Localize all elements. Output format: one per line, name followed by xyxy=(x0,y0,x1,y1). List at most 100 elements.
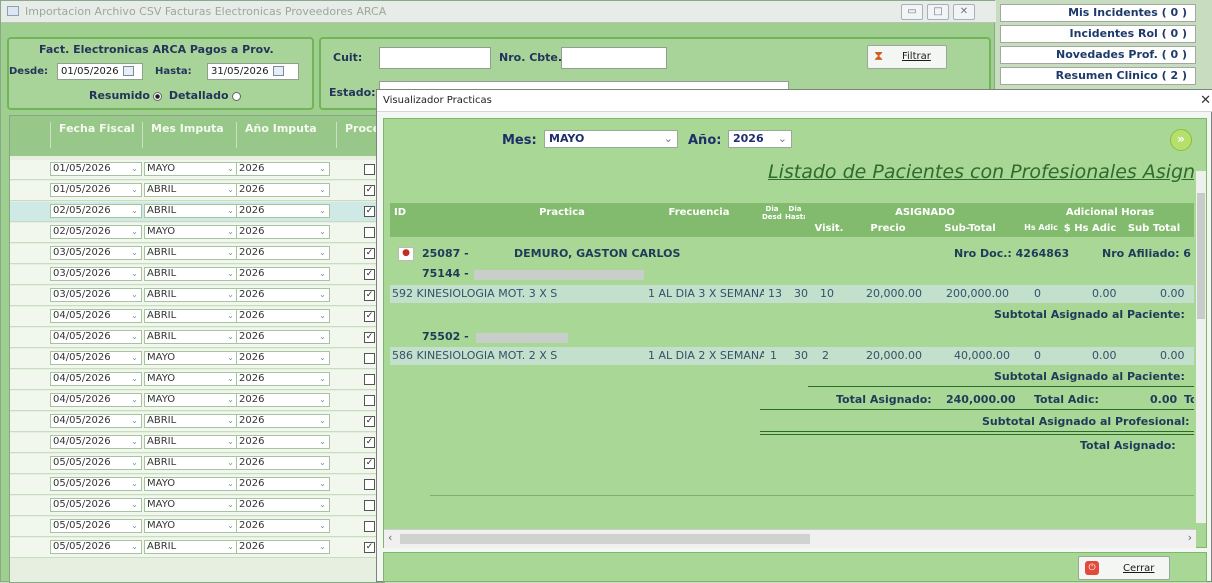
fecha-fiscal-cell[interactable]: 01/05/2026 ⌄ xyxy=(50,183,142,197)
header-anio-imputa[interactable]: Año Imputa xyxy=(236,122,341,148)
mes-imputa-cell[interactable]: MAYO ⌄ xyxy=(144,498,238,512)
side-button[interactable]: Mis Incidentes ( 0 ) xyxy=(1000,4,1196,22)
chevron-down-icon[interactable]: ⌄ xyxy=(129,206,140,216)
fecha-fiscal-cell[interactable]: 02/05/2026 ⌄ xyxy=(50,204,142,218)
chevron-down-icon[interactable]: ⌄ xyxy=(129,542,140,552)
procesado-checkbox[interactable]: ✓ xyxy=(364,185,375,196)
anio-imputa-cell[interactable]: 2026 ⌄ xyxy=(236,183,330,197)
fecha-fiscal-cell[interactable]: 05/05/2026 ⌄ xyxy=(50,498,142,512)
header-fecha-fiscal[interactable]: Fecha Fiscal xyxy=(50,122,139,148)
practice-row[interactable]: 592 KINESIOLOGIA MOT. 3 X S 1 AL DIA 3 X… xyxy=(390,285,1194,303)
chevron-down-icon[interactable]: ⌄ xyxy=(317,311,328,321)
chevron-down-icon[interactable]: ⌄ xyxy=(129,416,140,426)
chevron-down-icon[interactable]: ⌄ xyxy=(129,290,140,300)
chevron-down-icon[interactable]: ⌄ xyxy=(225,227,236,237)
chevron-down-icon[interactable]: ⌄ xyxy=(225,353,236,363)
chevron-down-icon[interactable]: ⌄ xyxy=(317,395,328,405)
grid-row[interactable]: 02/05/2026 ⌄ MAYO ⌄ 2026 ⌄ xyxy=(10,223,384,243)
chevron-down-icon[interactable]: ⌄ xyxy=(225,458,236,468)
next-icon[interactable]: » xyxy=(1170,129,1192,151)
cerrar-button[interactable]: ⏻ Cerrar xyxy=(1078,556,1170,580)
mes-imputa-cell[interactable]: ABRIL ⌄ xyxy=(144,330,238,344)
anio-imputa-cell[interactable]: 2026 ⌄ xyxy=(236,456,330,470)
grid-row[interactable]: 05/05/2026 ⌄ ABRIL ⌄ 2026 ⌄ ✓ xyxy=(10,538,384,558)
scroll-right-icon[interactable]: › xyxy=(1188,531,1192,544)
fecha-fiscal-cell[interactable]: 04/05/2026 ⌄ xyxy=(50,372,142,386)
fecha-fiscal-cell[interactable]: 04/05/2026 ⌄ xyxy=(50,330,142,344)
chevron-down-icon[interactable]: ⌄ xyxy=(225,332,236,342)
chevron-down-icon[interactable]: ⌄ xyxy=(317,353,328,363)
fecha-fiscal-cell[interactable]: 03/05/2026 ⌄ xyxy=(50,246,142,260)
header-mes-imputa[interactable]: Mes Imputa xyxy=(142,122,239,148)
chevron-down-icon[interactable]: ⌄ xyxy=(129,374,140,384)
mes-imputa-cell[interactable]: MAYO ⌄ xyxy=(144,519,238,533)
anio-imputa-cell[interactable]: 2026 ⌄ xyxy=(236,204,330,218)
chevron-down-icon[interactable]: ⌄ xyxy=(129,269,140,279)
horizontal-scrollbar[interactable]: ‹ › xyxy=(384,529,1196,548)
chevron-down-icon[interactable]: ⌄ xyxy=(317,269,328,279)
chevron-down-icon[interactable]: ⌄ xyxy=(317,374,328,384)
close-button[interactable]: ✕ xyxy=(953,4,975,20)
mes-imputa-cell[interactable]: MAYO ⌄ xyxy=(144,225,238,239)
chevron-down-icon[interactable]: ⌄ xyxy=(225,185,236,195)
grid-row[interactable]: 02/05/2026 ⌄ ABRIL ⌄ 2026 ⌄ ✓ xyxy=(10,202,384,222)
chevron-down-icon[interactable]: ⌄ xyxy=(129,311,140,321)
grid-row[interactable]: 04/05/2026 ⌄ MAYO ⌄ 2026 ⌄ xyxy=(10,370,384,390)
fecha-fiscal-cell[interactable]: 02/05/2026 ⌄ xyxy=(50,225,142,239)
anio-imputa-cell[interactable]: 2026 ⌄ xyxy=(236,288,330,302)
practice-row[interactable]: 586 KINESIOLOGIA MOT. 2 X S 1 AL DIA 2 X… xyxy=(390,347,1194,365)
chevron-down-icon[interactable]: ⌄ xyxy=(317,206,328,216)
anio-imputa-cell[interactable]: 2026 ⌄ xyxy=(236,309,330,323)
chevron-down-icon[interactable]: ⌄ xyxy=(225,374,236,384)
chevron-down-icon[interactable]: ⌄ xyxy=(317,521,328,531)
mes-imputa-cell[interactable]: ABRIL ⌄ xyxy=(144,540,238,554)
chevron-down-icon[interactable]: ⌄ xyxy=(129,353,140,363)
fecha-fiscal-cell[interactable]: 05/05/2026 ⌄ xyxy=(50,519,142,533)
mes-imputa-cell[interactable]: ABRIL ⌄ xyxy=(144,204,238,218)
grid-row[interactable]: 04/05/2026 ⌄ ABRIL ⌄ 2026 ⌄ ✓ xyxy=(10,307,384,327)
anio-imputa-cell[interactable]: 2026 ⌄ xyxy=(236,246,330,260)
cuit-input[interactable] xyxy=(379,47,491,69)
chevron-down-icon[interactable]: ⌄ xyxy=(225,290,236,300)
side-button[interactable]: Resumen Clinico ( 2 ) xyxy=(1000,67,1196,85)
mes-imputa-cell[interactable]: ABRIL ⌄ xyxy=(144,267,238,281)
fecha-fiscal-cell[interactable]: 05/05/2026 ⌄ xyxy=(50,456,142,470)
anio-imputa-cell[interactable]: 2026 ⌄ xyxy=(236,330,330,344)
desde-date-field[interactable]: 01/05/2026 xyxy=(57,63,143,80)
chevron-down-icon[interactable]: ⌄ xyxy=(129,395,140,405)
filtrar-button[interactable]: ⧗ Filtrar xyxy=(867,45,947,69)
chevron-down-icon[interactable]: ⌄ xyxy=(317,500,328,510)
procesado-checkbox[interactable] xyxy=(364,395,375,406)
nro-cbte-input[interactable] xyxy=(561,47,667,69)
mes-imputa-cell[interactable]: MAYO ⌄ xyxy=(144,351,238,365)
mes-imputa-cell[interactable]: MAYO ⌄ xyxy=(144,477,238,491)
minimize-button[interactable]: ▭ xyxy=(901,4,923,20)
procesado-checkbox[interactable]: ✓ xyxy=(364,290,375,301)
chevron-down-icon[interactable]: ⌄ xyxy=(225,269,236,279)
chevron-down-icon[interactable]: ⌄ xyxy=(317,248,328,258)
procesado-checkbox[interactable]: ✓ xyxy=(364,458,375,469)
fecha-fiscal-cell[interactable]: 04/05/2026 ⌄ xyxy=(50,309,142,323)
procesado-checkbox[interactable] xyxy=(364,353,375,364)
anio-imputa-cell[interactable]: 2026 ⌄ xyxy=(236,414,330,428)
grid-row[interactable]: 03/05/2026 ⌄ ABRIL ⌄ 2026 ⌄ ✓ xyxy=(10,244,384,264)
grid-row[interactable]: 03/05/2026 ⌄ ABRIL ⌄ 2026 ⌄ ✓ xyxy=(10,286,384,306)
grid-row[interactable]: 04/05/2026 ⌄ ABRIL ⌄ 2026 ⌄ ✓ xyxy=(10,328,384,348)
grid-row[interactable]: 04/05/2026 ⌄ MAYO ⌄ 2026 ⌄ xyxy=(10,391,384,411)
detallado-radio[interactable] xyxy=(231,91,241,101)
vertical-scrollbar[interactable] xyxy=(1196,171,1206,523)
chevron-down-icon[interactable]: ⌄ xyxy=(317,164,328,174)
chevron-down-icon[interactable]: ⌄ xyxy=(225,437,236,447)
mes-imputa-cell[interactable]: ABRIL ⌄ xyxy=(144,435,238,449)
pin-icon[interactable]: ● xyxy=(398,247,414,261)
chevron-down-icon[interactable]: ⌄ xyxy=(225,164,236,174)
chevron-down-icon[interactable]: ⌄ xyxy=(129,500,140,510)
chevron-down-icon[interactable]: ⌄ xyxy=(317,332,328,342)
chevron-down-icon[interactable]: ⌄ xyxy=(129,185,140,195)
grid-row[interactable]: 05/05/2026 ⌄ MAYO ⌄ 2026 ⌄ xyxy=(10,496,384,516)
procesado-checkbox[interactable] xyxy=(364,479,375,490)
anio-imputa-cell[interactable]: 2026 ⌄ xyxy=(236,225,330,239)
anio-imputa-cell[interactable]: 2026 ⌄ xyxy=(236,519,330,533)
anio-imputa-cell[interactable]: 2026 ⌄ xyxy=(236,435,330,449)
mes-imputa-cell[interactable]: ABRIL ⌄ xyxy=(144,183,238,197)
